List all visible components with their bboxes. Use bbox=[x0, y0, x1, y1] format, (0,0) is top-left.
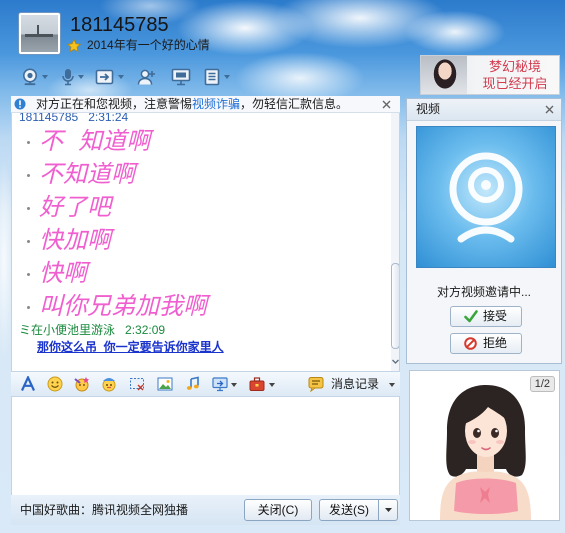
reject-label: 拒绝 bbox=[483, 336, 508, 350]
promo-link[interactable]: 中国好歌曲：腾讯视频全网独播 bbox=[20, 495, 188, 525]
chevron-down-icon[interactable] bbox=[389, 383, 395, 387]
message-time: 2:31:24 bbox=[88, 113, 129, 124]
chat-history[interactable]: 181145785 2:31:24 不 知道啊 不知道啊 好了吧 快加啊 快啊 叫… bbox=[11, 113, 400, 371]
video-status: 对方视频邀请中... bbox=[436, 285, 531, 299]
avatar-show-figure bbox=[410, 371, 559, 520]
accept-label: 接受 bbox=[483, 309, 508, 323]
chevron-down-icon[interactable] bbox=[231, 383, 237, 387]
accept-button[interactable]: 接受 bbox=[450, 306, 522, 327]
avatar-image bbox=[21, 15, 58, 52]
close-button[interactable]: 关闭(C) bbox=[244, 499, 312, 521]
emoji-icon[interactable] bbox=[47, 376, 63, 392]
contact-name[interactable]: 181145785 bbox=[70, 13, 169, 37]
send-button[interactable]: 发送(S) bbox=[319, 499, 379, 521]
message-time: 2:32:09 bbox=[125, 323, 166, 337]
sender-name: ミ在小便池里游泳 bbox=[19, 323, 116, 337]
chat-message: 那你这么吊 你一定要告诉你家里人 bbox=[37, 340, 224, 354]
add-friend-icon[interactable] bbox=[137, 68, 157, 86]
video-call-icon[interactable] bbox=[21, 68, 39, 86]
reject-button[interactable]: 拒绝 bbox=[450, 333, 522, 354]
chevron-down-icon[interactable] bbox=[78, 75, 84, 79]
contact-signature[interactable]: 2014年有一个好的心情 bbox=[87, 38, 210, 53]
chevron-down-icon[interactable] bbox=[224, 75, 230, 79]
webcam-icon bbox=[417, 127, 555, 267]
bottom-bar: 中国好歌曲：腾讯视频全网独播 关闭(C) 发送(S) bbox=[11, 495, 400, 525]
message-header: ミ在小便池里游泳 2:32:09 bbox=[19, 323, 165, 337]
star-icon bbox=[67, 39, 81, 53]
sender-name: 181145785 bbox=[19, 113, 79, 124]
chat-message: 快加啊 bbox=[12, 224, 382, 257]
chat-message: 不 知道啊 bbox=[12, 125, 382, 158]
image-icon[interactable] bbox=[157, 376, 173, 392]
close-icon[interactable] bbox=[545, 105, 554, 114]
avatar[interactable] bbox=[18, 12, 61, 55]
close-icon[interactable] bbox=[382, 100, 391, 109]
check-icon bbox=[464, 310, 478, 323]
video-panel-header: 视频 bbox=[407, 99, 561, 121]
chevron-down-icon[interactable] bbox=[42, 75, 48, 79]
file-transfer-icon[interactable] bbox=[95, 68, 115, 86]
ad-subtitle: 现已经开启 bbox=[482, 76, 548, 91]
format-toolbar: 消息记录 bbox=[11, 371, 400, 397]
fraud-warning-link[interactable]: 视频诈骗 bbox=[192, 97, 240, 111]
warning-text: 对方正在和您视频，注意警惕视频诈骗，勿轻信汇款信息。 bbox=[36, 96, 348, 112]
chat-scrollbar[interactable] bbox=[391, 113, 399, 371]
chevron-down-icon[interactable] bbox=[118, 75, 124, 79]
block-icon bbox=[464, 337, 477, 350]
scrollbar-thumb[interactable] bbox=[391, 263, 399, 349]
warning-text-after: ，勿轻信汇款信息。 bbox=[240, 97, 349, 111]
message-list: 不 知道啊 不知道啊 好了吧 快加啊 快啊 叫你兄弟加我啊 bbox=[12, 125, 382, 323]
message-input[interactable] bbox=[11, 397, 400, 495]
message-header: 181145785 2:31:24 bbox=[19, 113, 128, 124]
voice-call-icon[interactable] bbox=[61, 68, 75, 86]
music-icon[interactable] bbox=[185, 376, 201, 392]
chat-message: 不知道啊 bbox=[12, 158, 382, 191]
warning-text-before: 对方正在和您视频，注意警惕 bbox=[36, 97, 193, 111]
avatar-image-pier bbox=[25, 34, 53, 37]
video-panel: 视频 对方视频邀请中... 接受 拒绝 bbox=[406, 98, 562, 364]
send-options-button[interactable] bbox=[378, 499, 398, 521]
video-panel-title: 视频 bbox=[416, 102, 441, 116]
avatar-show-panel[interactable]: 1/2 bbox=[409, 370, 560, 521]
ad-image bbox=[421, 56, 467, 94]
doodle-emoji-icon[interactable] bbox=[101, 376, 117, 392]
remote-desktop-icon[interactable] bbox=[171, 68, 191, 86]
video-preview bbox=[416, 126, 556, 268]
ad-title: 梦幻秘境 bbox=[488, 59, 541, 74]
app-box-icon[interactable] bbox=[249, 376, 265, 392]
magic-emoji-icon[interactable] bbox=[74, 376, 90, 392]
chat-message: 好了吧 bbox=[12, 191, 382, 224]
chat-message: 快啊 bbox=[12, 257, 382, 290]
ad-banner[interactable]: 梦幻秘境 现已经开启 bbox=[420, 55, 560, 95]
screen-share-icon[interactable] bbox=[212, 376, 228, 392]
chevron-down-icon[interactable] bbox=[392, 359, 399, 365]
page-indicator[interactable]: 1/2 bbox=[529, 376, 555, 392]
font-icon[interactable] bbox=[20, 376, 36, 392]
chat-message: 叫你兄弟加我啊 bbox=[12, 290, 382, 323]
message-history-icon[interactable] bbox=[308, 376, 324, 392]
screenshot-icon[interactable] bbox=[129, 376, 145, 392]
document-icon[interactable] bbox=[204, 68, 220, 86]
security-warning-bar: 对方正在和您视频，注意警惕视频诈骗，勿轻信汇款信息。 bbox=[11, 96, 400, 113]
message-history-button[interactable]: 消息记录 bbox=[331, 372, 379, 396]
chevron-down-icon[interactable] bbox=[269, 383, 275, 387]
info-icon bbox=[14, 98, 26, 110]
